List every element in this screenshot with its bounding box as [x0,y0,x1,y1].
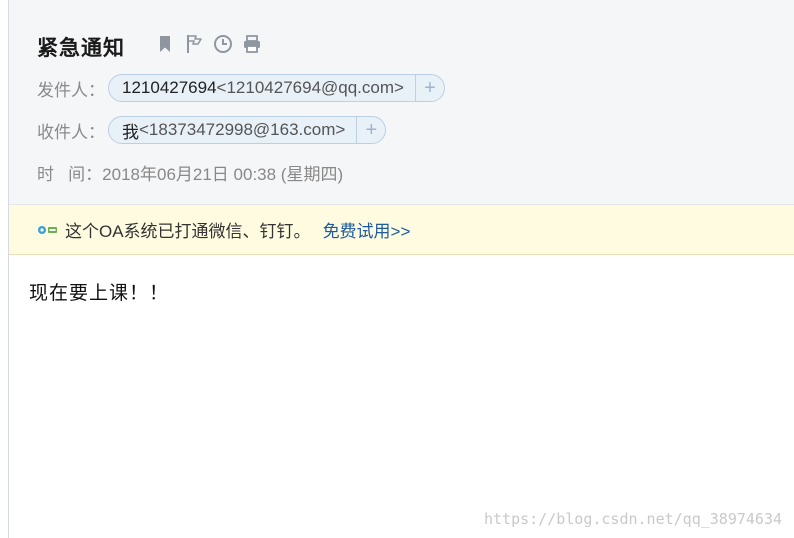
to-row: 收件人： 我 <18373472998@163.com> + [37,116,387,144]
free-trial-link[interactable]: 免费试用>> [323,217,411,242]
sender-chip[interactable]: 1210427694 <1210427694@qq.com> + [108,74,445,102]
sender-chip-text[interactable]: 1210427694 <1210427694@qq.com> [109,75,415,101]
recipient-name: 我 [122,122,139,142]
add-sender-contact-button[interactable]: + [414,75,444,101]
bookmark-icon[interactable] [155,34,175,54]
mail-subject: 紧急通知 [37,37,125,60]
time-label: 时 间： [37,165,103,184]
recipient-chip-text[interactable]: 我 <18373472998@163.com> [109,117,356,143]
oa-app-icon [37,222,59,238]
from-label: 发件人： [37,80,105,100]
mail-header: 紧急通知 发件人： 1210427694 <1210427694@qq.com> … [9,0,794,205]
sender-name: 1210427694 [122,78,217,97]
left-pane-edge [0,0,9,538]
recipient-address: <18373472998@163.com> [139,120,346,139]
flag-icon[interactable] [184,34,204,54]
from-row: 发件人： 1210427694 <1210427694@qq.com> + [37,74,445,102]
sent-time: 2018年06月21日 00:38 (星期四) [102,165,344,184]
banner-text: 这个OA系统已打通微信、钉钉。 [65,222,311,241]
mail-action-icons [155,34,262,54]
promo-banner: 这个OA系统已打通微信、钉钉。 免费试用>> [9,205,794,255]
print-icon[interactable] [242,34,262,54]
time-row: 时 间： 2018年06月21日 00:38 (星期四) [37,160,343,185]
clock-icon[interactable] [213,34,233,54]
add-recipient-contact-button[interactable]: + [356,117,385,143]
to-label: 收件人： [37,122,105,142]
recipient-chip[interactable]: 我 <18373472998@163.com> + [108,116,387,144]
mail-body: 现在要上课！！ [29,283,170,304]
watermark: https://blog.csdn.net/qq_38974634 [483,510,782,528]
sender-address: <1210427694@qq.com> [216,78,404,97]
